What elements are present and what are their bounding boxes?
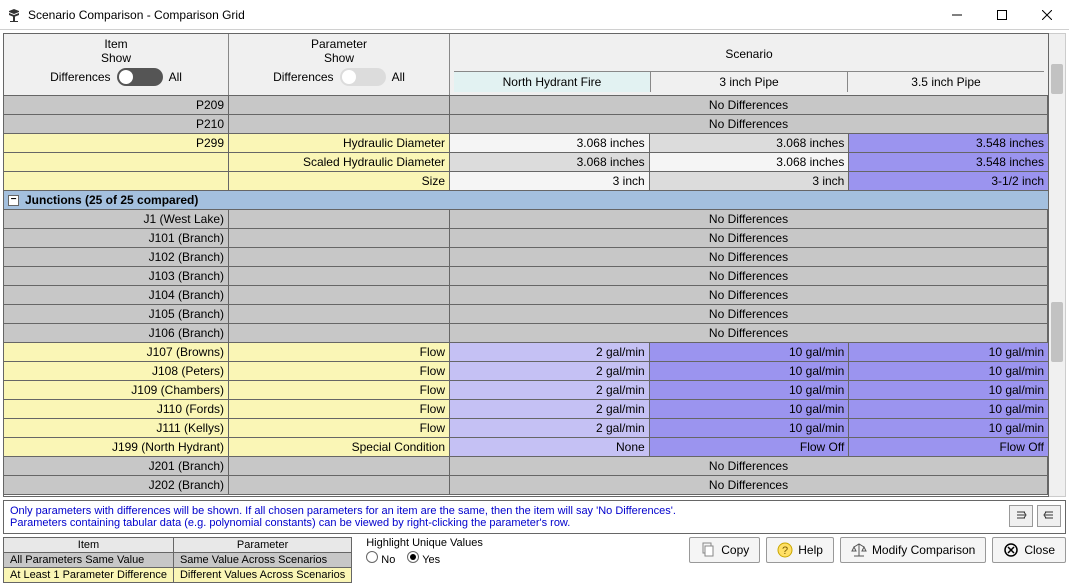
help-button[interactable]: ? Help: [766, 537, 834, 563]
highlight-unique-values: Highlight Unique Values No Yes: [366, 537, 483, 566]
section-header-junctions[interactable]: −Junctions (25 of 25 compared): [4, 191, 1048, 210]
app-icon: [6, 7, 22, 23]
table-row[interactable]: J108 (Peters)Flow2 gal/min10 gal/min10 g…: [4, 362, 1048, 381]
collapse-all-button[interactable]: [1009, 505, 1033, 527]
balance-icon: [851, 542, 867, 558]
expand-all-button[interactable]: [1037, 505, 1061, 527]
scenario-col-0[interactable]: North Hydrant Fire: [454, 72, 651, 92]
window-title: Scenario Comparison - Comparison Grid: [28, 8, 934, 22]
close-dialog-button[interactable]: Close: [992, 537, 1066, 563]
table-row[interactable]: J104 (Branch)No Differences: [4, 286, 1048, 305]
scenario-col-2[interactable]: 3.5 inch Pipe: [848, 72, 1044, 92]
table-row[interactable]: J109 (Chambers)Flow2 gal/min10 gal/min10…: [4, 381, 1048, 400]
table-row[interactable]: J103 (Branch)No Differences: [4, 267, 1048, 286]
maximize-button[interactable]: [979, 0, 1024, 30]
table-row[interactable]: J199 (North Hydrant)Special ConditionNon…: [4, 438, 1048, 457]
table-row[interactable]: Scaled Hydraulic Diameter3.068 inches3.0…: [4, 153, 1048, 172]
table-row[interactable]: P210No Differences: [4, 115, 1048, 134]
svg-text:?: ?: [782, 545, 788, 557]
header-parameter: Parameter Show Differences All: [229, 34, 450, 95]
close-icon: [1003, 542, 1019, 558]
table-row[interactable]: J101 (Branch)No Differences: [4, 229, 1048, 248]
table-row[interactable]: J102 (Branch)No Differences: [4, 248, 1048, 267]
help-icon: ?: [777, 542, 793, 558]
header-scenario: Scenario North Hydrant Fire 3 inch Pipe …: [450, 34, 1048, 95]
param-filter-toggle[interactable]: [340, 68, 386, 86]
vertical-scrollbar[interactable]: [1049, 33, 1066, 497]
table-row[interactable]: J106 (Branch)No Differences: [4, 324, 1048, 343]
table-row[interactable]: J105 (Branch)No Differences: [4, 305, 1048, 324]
table-row[interactable]: J201 (Branch)No Differences: [4, 457, 1048, 476]
table-row[interactable]: P209No Differences: [4, 96, 1048, 115]
close-button[interactable]: [1024, 0, 1069, 30]
highlight-no[interactable]: No: [366, 551, 395, 566]
collapse-icon[interactable]: −: [8, 195, 19, 206]
table-row[interactable]: J1 (West Lake)No Differences: [4, 210, 1048, 229]
table-row[interactable]: J110 (Fords)Flow2 gal/min10 gal/min10 ga…: [4, 400, 1048, 419]
minimize-button[interactable]: [934, 0, 979, 30]
titlebar: Scenario Comparison - Comparison Grid: [0, 0, 1069, 30]
legend-table: ItemParameter All Parameters Same ValueS…: [3, 537, 352, 583]
item-all-label: All: [169, 70, 182, 84]
table-row[interactable]: J107 (Browns)Flow2 gal/min10 gal/min10 g…: [4, 343, 1048, 362]
highlight-yes[interactable]: Yes: [407, 551, 440, 566]
header-item: Item Show Differences All: [4, 34, 229, 95]
item-filter-toggle[interactable]: [117, 68, 163, 86]
table-row[interactable]: J111 (Kellys)Flow2 gal/min10 gal/min10 g…: [4, 419, 1048, 438]
table-row[interactable]: P299Hydraulic Diameter3.068 inches3.068 …: [4, 134, 1048, 153]
param-differences-label: Differences: [273, 70, 333, 84]
table-row[interactable]: Size3 inch3 inch3-1/2 inch: [4, 172, 1048, 191]
item-differences-label: Differences: [50, 70, 110, 84]
scenario-col-1[interactable]: 3 inch Pipe: [651, 72, 848, 92]
table-row[interactable]: J202 (Branch)No Differences: [4, 476, 1048, 495]
comparison-grid: Item Show Differences All Parameter Show…: [3, 33, 1049, 497]
modify-comparison-button[interactable]: Modify Comparison: [840, 537, 986, 563]
copy-button[interactable]: Copy: [689, 537, 760, 563]
param-all-label: All: [392, 70, 405, 84]
info-panel: Only parameters with differences will be…: [3, 500, 1066, 534]
copy-icon: [700, 542, 716, 558]
